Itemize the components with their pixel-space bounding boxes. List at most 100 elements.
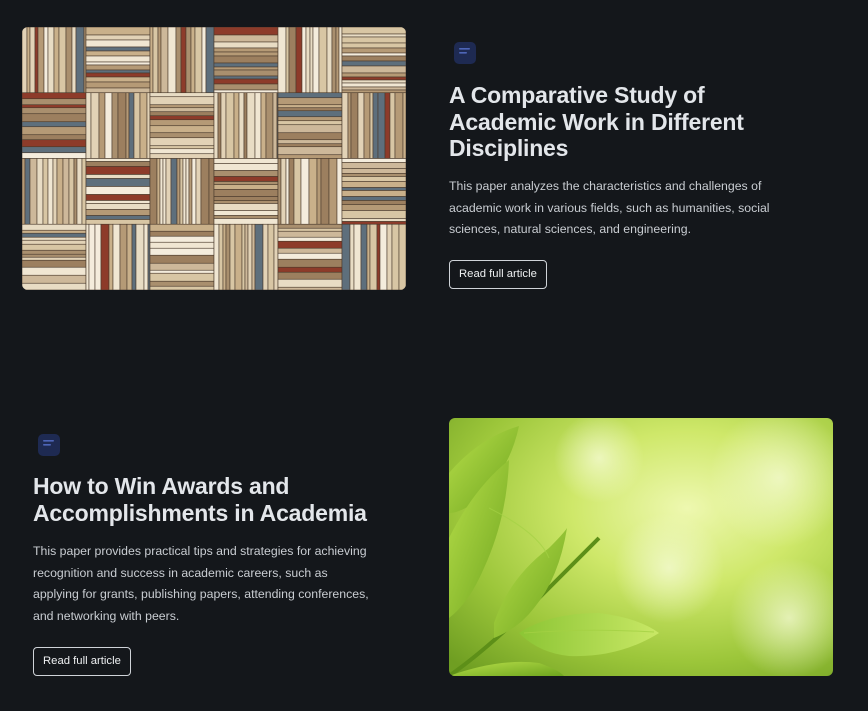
book-spine — [47, 27, 55, 94]
book-spine — [277, 116, 343, 122]
book-spine — [341, 223, 351, 290]
book-spine — [195, 158, 202, 225]
book-spine — [277, 278, 343, 288]
book-spine — [29, 27, 36, 94]
book-spine — [366, 223, 371, 290]
book-spine — [277, 110, 343, 118]
book-spine — [85, 174, 151, 179]
book-spine — [398, 223, 406, 290]
book-spine — [149, 115, 215, 121]
book-spine — [347, 92, 352, 159]
book-spine — [149, 158, 158, 225]
book-spine — [277, 120, 343, 126]
book-spine — [22, 92, 87, 100]
book-spine — [372, 92, 379, 159]
book-spine — [22, 98, 87, 106]
book-spine — [277, 154, 343, 159]
article-image-leaves[interactable] — [449, 418, 833, 676]
book-spine — [149, 104, 215, 109]
book-spine — [22, 274, 87, 284]
book-spine — [377, 92, 386, 159]
book-spine — [341, 82, 406, 88]
book-spine — [213, 184, 279, 190]
book-spine — [208, 158, 215, 225]
read-full-article-button[interactable]: Read full article — [33, 647, 131, 676]
book-spine — [29, 158, 38, 225]
book-spine — [22, 113, 87, 123]
book-spine — [149, 137, 215, 147]
book-spine — [85, 166, 151, 175]
book-spine — [85, 219, 151, 225]
article-image-books[interactable] — [22, 27, 406, 290]
book-spine — [229, 223, 236, 290]
book-spine — [73, 158, 78, 225]
articles-page: A Comparative Study of Academic Work in … — [0, 0, 868, 711]
book-spine — [277, 139, 343, 145]
book-spine — [213, 215, 279, 219]
book-spine — [363, 92, 371, 159]
book-spine — [277, 146, 343, 156]
book-spine — [277, 258, 343, 268]
book-spine — [22, 236, 87, 241]
book-spine — [22, 126, 87, 136]
book-spine — [205, 27, 215, 94]
book-spine — [85, 34, 151, 41]
book-spine — [182, 158, 187, 225]
book-spine — [149, 269, 215, 274]
book-spine — [353, 223, 362, 290]
book-spine — [149, 107, 215, 113]
book-spine — [149, 254, 215, 264]
book-spine — [213, 170, 279, 177]
book-spine — [85, 92, 92, 159]
book-spine — [175, 27, 182, 94]
book-spine — [316, 158, 322, 225]
book-spine — [350, 92, 359, 159]
book-spine — [213, 92, 219, 159]
book-spine — [233, 92, 240, 159]
book-spine — [341, 187, 406, 191]
book-spine — [341, 200, 406, 205]
book-spine — [328, 158, 338, 225]
book-spine — [152, 27, 159, 94]
book-spine — [213, 176, 279, 182]
article-title: How to Win Awards and Accomplishments in… — [33, 473, 367, 526]
book-spine — [341, 204, 406, 211]
book-spine — [22, 104, 87, 109]
book-spine — [22, 107, 87, 115]
book-spine — [149, 148, 215, 155]
book-spine — [341, 65, 406, 74]
book-spine — [85, 39, 151, 48]
book-spine — [22, 239, 87, 245]
book-spine — [36, 158, 44, 225]
book-spine — [225, 92, 235, 159]
book-spine — [277, 236, 343, 242]
article-description: This paper provides practical tips and s… — [33, 544, 369, 623]
book-spine — [341, 33, 406, 38]
book-spine — [341, 196, 406, 201]
book-spine — [301, 27, 307, 94]
book-spine — [194, 27, 203, 94]
book-spine — [341, 47, 406, 54]
read-full-article-button[interactable]: Read full article — [449, 260, 547, 289]
book-spine — [139, 92, 148, 159]
book-spine — [22, 223, 87, 231]
book-spine — [341, 173, 406, 177]
book-spine — [213, 196, 279, 201]
book-spine — [170, 158, 178, 225]
book-spine — [22, 243, 87, 251]
book-spine — [326, 27, 333, 94]
book-spine — [280, 158, 287, 225]
book-spine — [213, 89, 279, 94]
book-spine — [389, 92, 396, 159]
book-spine — [341, 221, 406, 225]
book-spine — [213, 47, 279, 53]
book-spine — [22, 139, 87, 148]
book-spine — [277, 104, 343, 109]
book-spine — [85, 203, 151, 210]
book-spine — [213, 51, 279, 57]
book-spine — [24, 158, 31, 225]
book-spine — [180, 27, 187, 94]
book-spine — [176, 158, 181, 225]
book-spine — [260, 92, 267, 159]
book-spine — [146, 92, 151, 159]
